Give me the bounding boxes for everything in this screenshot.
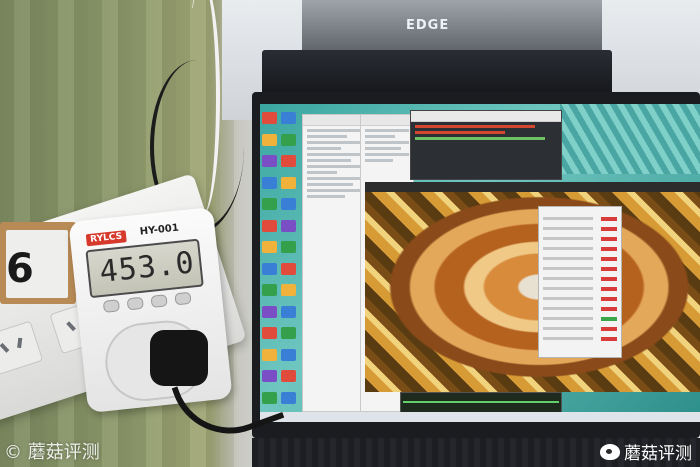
meter-button-3 xyxy=(150,294,168,308)
desktop-icons xyxy=(262,112,298,410)
meter-button-4 xyxy=(174,291,192,306)
hardware-sensor-panel xyxy=(538,206,622,358)
render-title-bar xyxy=(365,182,700,192)
gpu-brand-label: EDGE xyxy=(406,18,450,33)
meter-button-2 xyxy=(126,296,144,311)
stress-test-render xyxy=(365,182,700,392)
meter-brand: RYLCS xyxy=(85,230,127,247)
weibo-logo-icon xyxy=(600,443,620,460)
watermark-left: © 蘑菇评测 xyxy=(4,442,100,463)
monitor-screen xyxy=(260,104,700,422)
photo-scene: EDGE 6 RYLCS HY-001 453.0 © 蘑菇评测 蘑菇评测 xyxy=(0,0,700,467)
meter-display: 453.0 xyxy=(85,238,204,299)
meter-model: HY-001 xyxy=(139,222,180,238)
device-tree-window xyxy=(302,114,366,412)
load-graph xyxy=(400,392,562,414)
monitoring-window xyxy=(410,110,562,180)
gpu-shroud xyxy=(302,0,602,52)
meter-button-1 xyxy=(102,299,120,313)
meter-reading: 453.0 xyxy=(97,245,197,290)
graphics-card xyxy=(262,50,612,98)
taskbar xyxy=(260,412,700,422)
watermark-right: 蘑菇评测 xyxy=(600,439,692,464)
sign-digit: 6 xyxy=(6,246,34,292)
wooden-number-sign: 6 xyxy=(0,222,76,304)
watermark-right-text: 蘑菇评测 xyxy=(624,444,692,464)
monitor xyxy=(252,92,700,438)
wallpaper-wave xyxy=(560,104,700,174)
